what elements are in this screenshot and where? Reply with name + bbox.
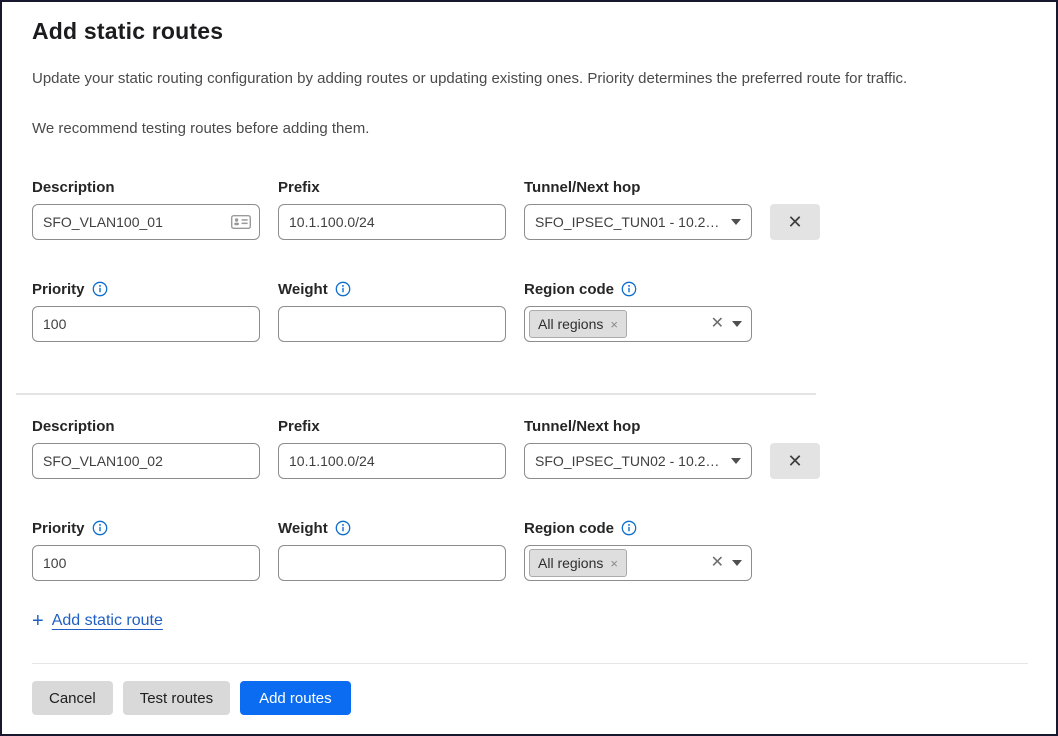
weight-label: Weight: [278, 281, 328, 298]
route-1-priority-col: Priority: [32, 279, 260, 342]
route-section-1: Description Prefix: [32, 177, 1026, 342]
weight-label: Weight: [278, 520, 328, 537]
remove-tag-icon[interactable]: ×: [610, 318, 618, 331]
info-icon[interactable]: [621, 520, 637, 536]
prefix-input[interactable]: [278, 443, 506, 479]
info-icon[interactable]: [92, 281, 108, 297]
info-icon[interactable]: [621, 281, 637, 297]
route-2-region-col: Region code All regions ×: [524, 518, 752, 581]
region-tag: All regions ×: [529, 310, 627, 338]
route-1-prefix-col: Prefix: [278, 177, 506, 240]
route-2-tunnel-col: Tunnel/Next hop SFO_IPSEC_TUN02 - 10.25.…: [524, 416, 752, 479]
page-title: Add static routes: [32, 18, 1026, 45]
prefix-input[interactable]: [278, 204, 506, 240]
route-2-weight-col: Weight: [278, 518, 506, 581]
chevron-down-icon: [731, 219, 741, 225]
tunnel-select[interactable]: SFO_IPSEC_TUN01 - 10.25...: [524, 204, 752, 240]
tunnel-select-value: SFO_IPSEC_TUN01 - 10.25...: [535, 214, 723, 230]
clear-selection-icon[interactable]: ✕: [711, 555, 724, 571]
prefix-label: Prefix: [278, 416, 506, 436]
region-tag: All regions ×: [529, 549, 627, 577]
priority-input[interactable]: [32, 306, 260, 342]
route-2-description-col: Description: [32, 416, 260, 479]
route-1-sub-row: Priority Weight: [32, 279, 1026, 342]
test-routes-button[interactable]: Test routes: [123, 681, 230, 715]
priority-label: Priority: [32, 520, 85, 537]
dialog-note: We recommend testing routes before addin…: [32, 119, 1026, 139]
tunnel-label: Tunnel/Next hop: [524, 416, 752, 436]
region-tag-label: All regions: [538, 316, 603, 332]
add-static-route-link[interactable]: Add static route: [52, 612, 163, 630]
tunnel-select-value: SFO_IPSEC_TUN02 - 10.25...: [535, 453, 723, 469]
description-input[interactable]: [32, 204, 260, 240]
clear-selection-icon[interactable]: ✕: [711, 316, 724, 332]
footer-actions: Cancel Test routes Add routes: [32, 681, 1026, 715]
route-2-sub-row: Priority Weight: [32, 518, 1026, 581]
chevron-down-icon: [731, 458, 741, 464]
route-section-2: Description Prefix Tunnel/Next hop SFO_I…: [32, 416, 1026, 581]
contact-card-icon[interactable]: [231, 215, 251, 229]
plus-icon: +: [32, 611, 44, 631]
region-label: Region code: [524, 520, 614, 537]
section-divider: [16, 393, 816, 395]
add-static-route-row: + Add static route: [32, 611, 1026, 631]
description-label: Description: [32, 416, 260, 436]
info-icon[interactable]: [335, 520, 351, 536]
tunnel-select[interactable]: SFO_IPSEC_TUN02 - 10.25...: [524, 443, 752, 479]
route-1-description-col: Description: [32, 177, 260, 240]
route-2-priority-col: Priority: [32, 518, 260, 581]
info-icon[interactable]: [335, 281, 351, 297]
chevron-down-icon: [732, 560, 742, 566]
tunnel-label: Tunnel/Next hop: [524, 177, 752, 197]
remove-route-button[interactable]: ✕: [770, 204, 820, 240]
description-label: Description: [32, 177, 260, 197]
region-label: Region code: [524, 281, 614, 298]
description-input[interactable]: [32, 443, 260, 479]
priority-input[interactable]: [32, 545, 260, 581]
cancel-button[interactable]: Cancel: [32, 681, 113, 715]
route-2-prefix-col: Prefix: [278, 416, 506, 479]
dialog-description: Update your static routing configuration…: [32, 69, 1026, 89]
region-multiselect[interactable]: All regions × ✕: [524, 545, 752, 581]
add-static-routes-dialog: Add static routes Update your static rou…: [0, 0, 1058, 736]
chevron-down-icon: [732, 321, 742, 327]
remove-tag-icon[interactable]: ×: [610, 557, 618, 570]
remove-route-button[interactable]: ✕: [770, 443, 820, 479]
info-icon[interactable]: [92, 520, 108, 536]
route-1-weight-col: Weight: [278, 279, 506, 342]
route-1-tunnel-col: Tunnel/Next hop SFO_IPSEC_TUN01 - 10.25.…: [524, 177, 752, 240]
region-tag-label: All regions: [538, 555, 603, 571]
route-2-main-row: Description Prefix Tunnel/Next hop SFO_I…: [32, 416, 1026, 479]
add-routes-button[interactable]: Add routes: [240, 681, 351, 715]
weight-input[interactable]: [278, 306, 506, 342]
footer-divider: [32, 663, 1028, 664]
priority-label: Priority: [32, 281, 85, 298]
route-1-region-col: Region code All regions ×: [524, 279, 752, 342]
region-multiselect[interactable]: All regions × ✕: [524, 306, 752, 342]
route-1-main-row: Description Prefix: [32, 177, 1026, 240]
weight-input[interactable]: [278, 545, 506, 581]
prefix-label: Prefix: [278, 177, 506, 197]
